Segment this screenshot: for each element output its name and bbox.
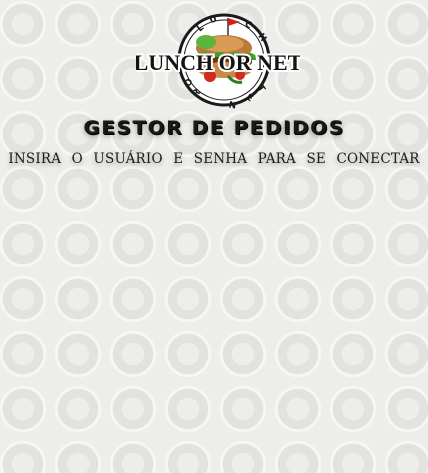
- logo-wordmark-fill: LUNCH OR NET: [136, 50, 300, 75]
- login-instruction: INSIRA O USUÁRIO E SENHA PARA SE CONECTA…: [8, 151, 420, 167]
- svg-text:N: N: [228, 100, 237, 110]
- lunch-or-net-logo: L U C H O R N E T LUNCH OR NET LUNCH OR …: [132, 12, 305, 112]
- page-title: GESTOR DE PEDIDOS: [83, 117, 345, 139]
